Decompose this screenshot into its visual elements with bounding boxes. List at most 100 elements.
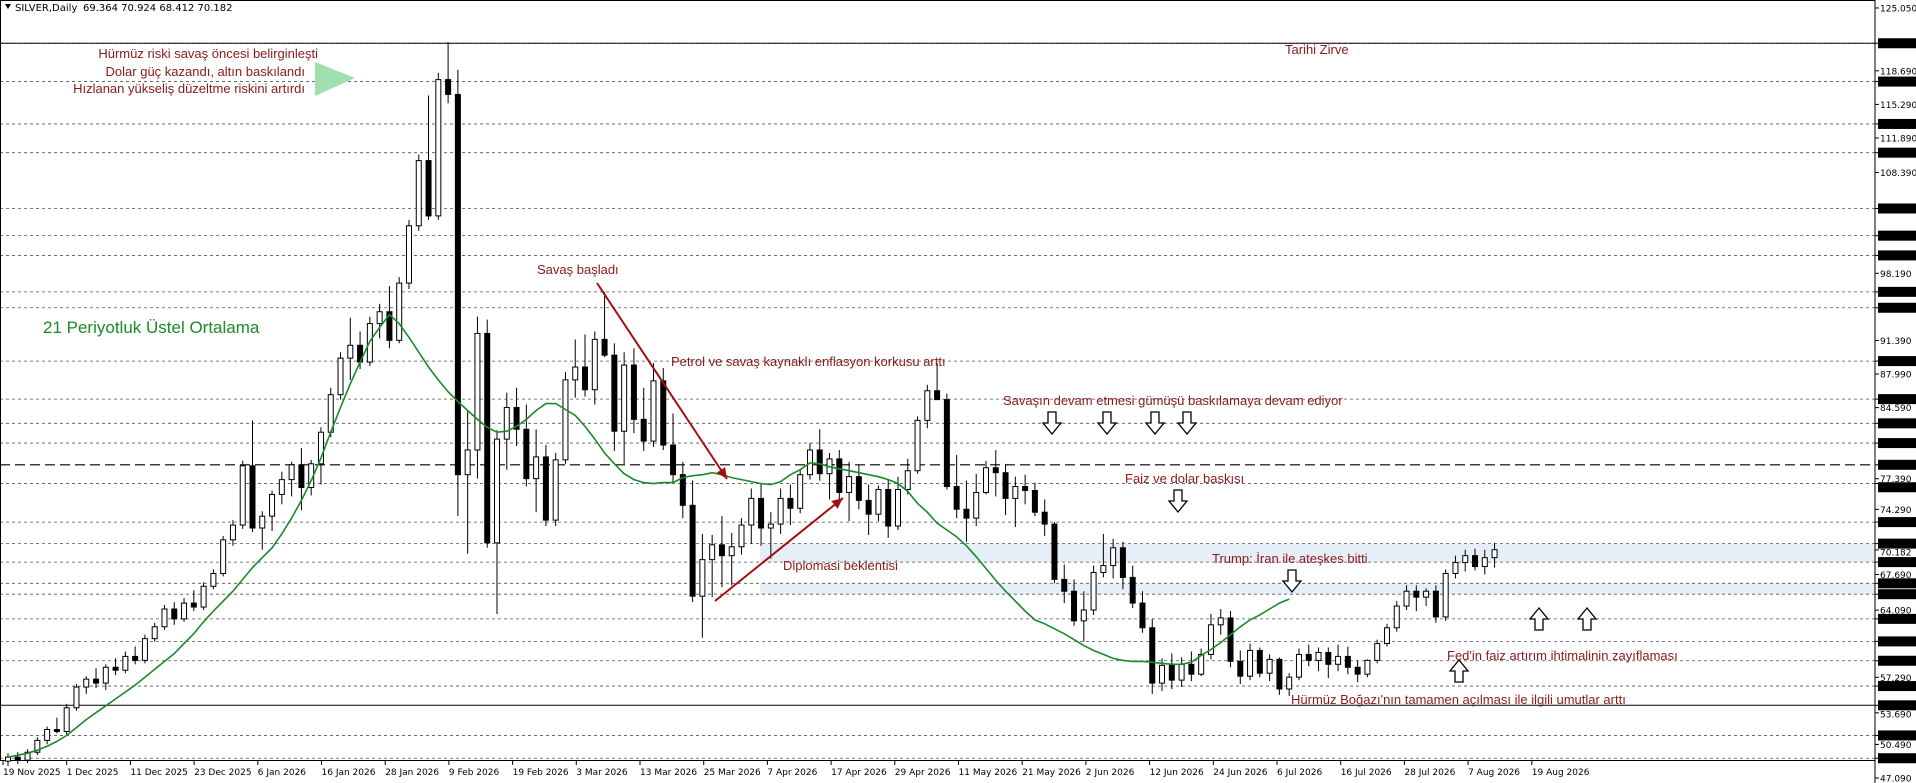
candle: [914, 416, 921, 474]
candle-body-bull: [415, 160, 422, 227]
candle-body-bull: [1335, 655, 1342, 665]
annotation-hurmuz-risk: Hürmüz riski savaş öncesi belirginleşti: [98, 46, 318, 61]
symbol-label: SILVER,Daily: [15, 3, 77, 14]
date-tick-label: 12 Jun 2026: [1150, 768, 1204, 778]
candle: [63, 703, 70, 735]
candle-body-bear: [601, 338, 608, 356]
candle-body-bear: [787, 497, 794, 509]
candle-body-bull: [728, 546, 735, 557]
price-tick-label: 68.950: [1880, 559, 1912, 569]
date-tick-label: 16 Jul 2026: [1341, 768, 1392, 778]
candle-body-bear: [1041, 511, 1048, 525]
candle-body-bull: [914, 419, 921, 472]
candle-body-bull: [337, 357, 344, 396]
candle: [552, 452, 559, 527]
candle-body-bear: [523, 428, 530, 480]
price-tick-label: 53.690: [1880, 710, 1912, 720]
candle-body-bull: [239, 465, 246, 526]
date-tick-label: 11 Dec 2025: [130, 768, 188, 778]
candle-body-bull: [503, 407, 510, 440]
candle: [73, 684, 80, 711]
candle-body-bear: [718, 544, 725, 557]
price-tick-label: 50.490: [1880, 741, 1912, 751]
annotation-war-continue: Savaşın devam etmesi gümüşü baskılamaya …: [1003, 393, 1343, 408]
candle-body-bear: [865, 499, 872, 515]
ohlc-values: 69.364 70.924 68.412 70.182: [83, 3, 233, 14]
candle-body-bull: [621, 364, 628, 432]
date-tick-label: 23 Dec 2025: [194, 768, 252, 778]
candle-body-bull: [973, 491, 980, 519]
candle-body-bull: [494, 438, 500, 544]
band-zone-1: [760, 583, 1875, 595]
candle-body-bull: [650, 380, 657, 442]
date-tick-label: 19 Aug 2026: [1532, 768, 1590, 778]
candle-body-bull: [699, 559, 706, 597]
price-tick-label: 110.400: [1880, 149, 1916, 159]
candle-body-bull: [591, 338, 598, 391]
candle: [484, 319, 491, 548]
candle-body-bear: [611, 354, 618, 432]
candle-body-bull: [748, 497, 755, 526]
date-tick-label: 25 Mar 2026: [704, 768, 761, 778]
candle-body-bull: [474, 332, 481, 451]
candle-body-bull: [1247, 649, 1254, 677]
candle-body-bull: [464, 449, 471, 476]
annotation-hormuz-open: Hürmüz Boğazı'nın tamamen açılması ile i…: [1291, 692, 1626, 707]
candle: [34, 737, 41, 756]
candle-body-bear: [992, 467, 999, 474]
candle-body-bear: [670, 444, 677, 476]
candle-body-bear: [1237, 660, 1244, 677]
candle-body-bull: [1159, 664, 1166, 684]
candle-body-bull: [405, 225, 412, 284]
candle-body-bull: [738, 524, 745, 548]
date-tick-label: 24 Jun 2026: [1213, 768, 1267, 778]
date-tick-label: 9 Feb 2026: [449, 768, 500, 778]
candle-body-bull: [1491, 549, 1498, 559]
price-tick-label: 81.000: [1880, 440, 1912, 450]
price-tick-label: 56.400: [1880, 683, 1912, 693]
annotation-trump: Trump: İran ile ateşkes bitti: [1212, 551, 1368, 566]
candle-body-bear: [190, 602, 197, 608]
candle-body-bear: [93, 678, 100, 684]
candle: [1364, 659, 1371, 678]
candle-body-bull: [1403, 590, 1410, 607]
candle-body-bear: [1129, 576, 1136, 604]
candle: [542, 445, 549, 527]
candle-body-bull: [141, 638, 148, 661]
candle-body-bear: [112, 666, 119, 671]
price-tick-label: 94.700: [1880, 304, 1912, 314]
candle-body-bear: [855, 476, 862, 501]
price-tick-label: 76.900: [1880, 484, 1912, 494]
candle-body-bear: [1354, 666, 1361, 675]
candle-body-bull: [1393, 605, 1400, 629]
chart-header: SILVER,Daily 69.364 70.924 68.412 70.182: [5, 3, 233, 14]
candle-body-bull: [846, 476, 853, 493]
candle-body-bull: [1383, 627, 1390, 645]
date-tick-label: 7 Aug 2026: [1468, 768, 1520, 778]
candle-body-bear: [171, 608, 178, 620]
candle-body-bull: [1286, 676, 1293, 690]
price-tick-label: 84.590: [1880, 404, 1912, 414]
price-tick-label: 118.690: [1880, 67, 1916, 77]
silver-daily-chart[interactable]: 125.050 121.480 118.690117.600 115.290 113.3…: [0, 0, 1916, 783]
price-tick-label: 78.800: [1880, 461, 1912, 471]
candle: [1393, 601, 1400, 632]
candle-body-bear: [1061, 578, 1068, 592]
candle-body-bear: [1256, 649, 1263, 674]
annotation-oil-inflation: Petrol ve savaş kaynaklı enflasyon korku…: [671, 354, 946, 369]
candle-body-bull: [1442, 572, 1449, 618]
candle-body-bull: [396, 282, 403, 341]
candle-body-bull: [1462, 555, 1469, 564]
price-tick-label: 47.090: [1880, 775, 1912, 783]
candle-body-bear: [885, 488, 892, 527]
price-tick-label: 66.800: [1880, 580, 1912, 590]
candle-body-bull: [347, 344, 354, 359]
candle: [943, 393, 950, 490]
candle-body-bull: [709, 544, 716, 561]
price-tick-label: 63.200: [1880, 615, 1912, 625]
candle-body-bull: [151, 626, 158, 640]
date-tick-label: 19 Feb 2026: [513, 768, 569, 778]
candle: [141, 634, 148, 664]
candle-body-bull: [552, 459, 559, 521]
price-tick-label: 108.390: [1880, 169, 1916, 179]
